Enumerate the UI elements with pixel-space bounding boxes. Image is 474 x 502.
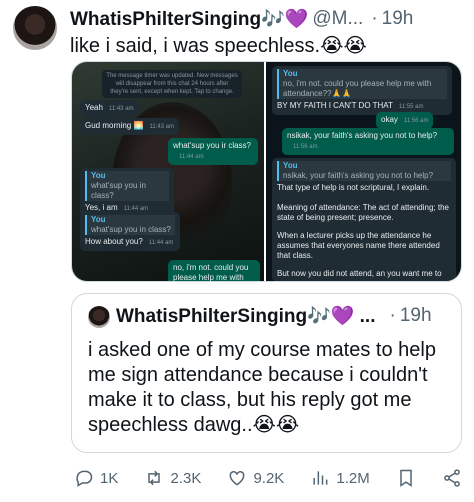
heart-icon <box>230 470 245 486</box>
tweet-time[interactable]: 19h <box>382 8 414 30</box>
bookmark-button[interactable] <box>396 468 416 488</box>
like-button[interactable]: 9.2K <box>227 468 284 488</box>
tweet-text: like i said, i was speechless.😭😭 <box>70 35 367 57</box>
share-button[interactable] <box>442 468 462 488</box>
action-bar: 1K 2.3K 9.2K 1.2M <box>74 466 462 490</box>
bookmark-icon <box>400 469 412 487</box>
chat-message: what'sup you ir class?11:44 am <box>168 138 258 165</box>
quoted-tweet-text: i asked one of my course mates to help m… <box>88 339 436 436</box>
chat-message: okay 11:56 am <box>376 112 434 129</box>
author-avatar[interactable] <box>13 6 57 50</box>
author-name[interactable]: WhatisPhilterSinging🎶💜 <box>70 7 308 31</box>
reply-count: 1K <box>100 469 119 487</box>
retweet-count: 2.3K <box>170 469 202 487</box>
chat-message: You what'sup you in class? Yes, i am 11:44… <box>80 168 174 217</box>
chat-message: Yeah 11:43 am <box>80 100 139 117</box>
chat-message: You nsikak, your faith's asking you not t… <box>272 158 456 281</box>
screenshot-left[interactable]: The message timer was updated. New messa… <box>72 62 264 281</box>
retweet-button[interactable]: 2.3K <box>144 468 201 488</box>
separator-dot: · <box>371 8 378 29</box>
chat-message: You no, i'm not. could you please help me… <box>272 66 452 115</box>
author-handle[interactable]: @M... <box>312 8 363 30</box>
views-button[interactable]: 1.2M <box>310 468 370 488</box>
chat-message: Gud morning 🌅 11:43 am <box>80 118 180 135</box>
chat-message: nsikak, your faith's asking you not to h… <box>282 128 454 155</box>
quoted-tweet-time: 19h <box>399 305 432 326</box>
tweet-header: WhatisPhilterSinging🎶💜 @M... · 19h <box>70 6 465 32</box>
chat-message: no, i'm not. could you please help me wi… <box>168 260 260 281</box>
view-count: 1.2M <box>336 469 370 487</box>
quoted-author-avatar <box>88 306 110 328</box>
reply-icon <box>76 470 93 487</box>
like-count: 9.2K <box>253 469 285 487</box>
quoted-author-name: WhatisPhilterSinging🎶💜 ... <box>116 306 376 327</box>
reply-button[interactable]: 1K <box>74 468 118 488</box>
share-icon <box>444 469 460 487</box>
retweet-icon <box>148 470 161 486</box>
quoted-tweet-header: WhatisPhilterSinging🎶💜 ... · 19h <box>116 304 451 328</box>
tweet-media[interactable]: The message timer was updated. New messa… <box>71 61 462 282</box>
views-chart-icon <box>313 471 328 485</box>
quoted-tweet[interactable]: WhatisPhilterSinging🎶💜 ... · 19h i asked… <box>71 293 462 453</box>
system-notice: The message timer was updated. New messa… <box>102 70 242 98</box>
separator-dot: · <box>389 305 396 326</box>
screenshot-right[interactable]: You no, i'm not. could you please help me… <box>266 62 461 281</box>
chat-message: You what'sup you in class? How about you?… <box>80 212 180 251</box>
